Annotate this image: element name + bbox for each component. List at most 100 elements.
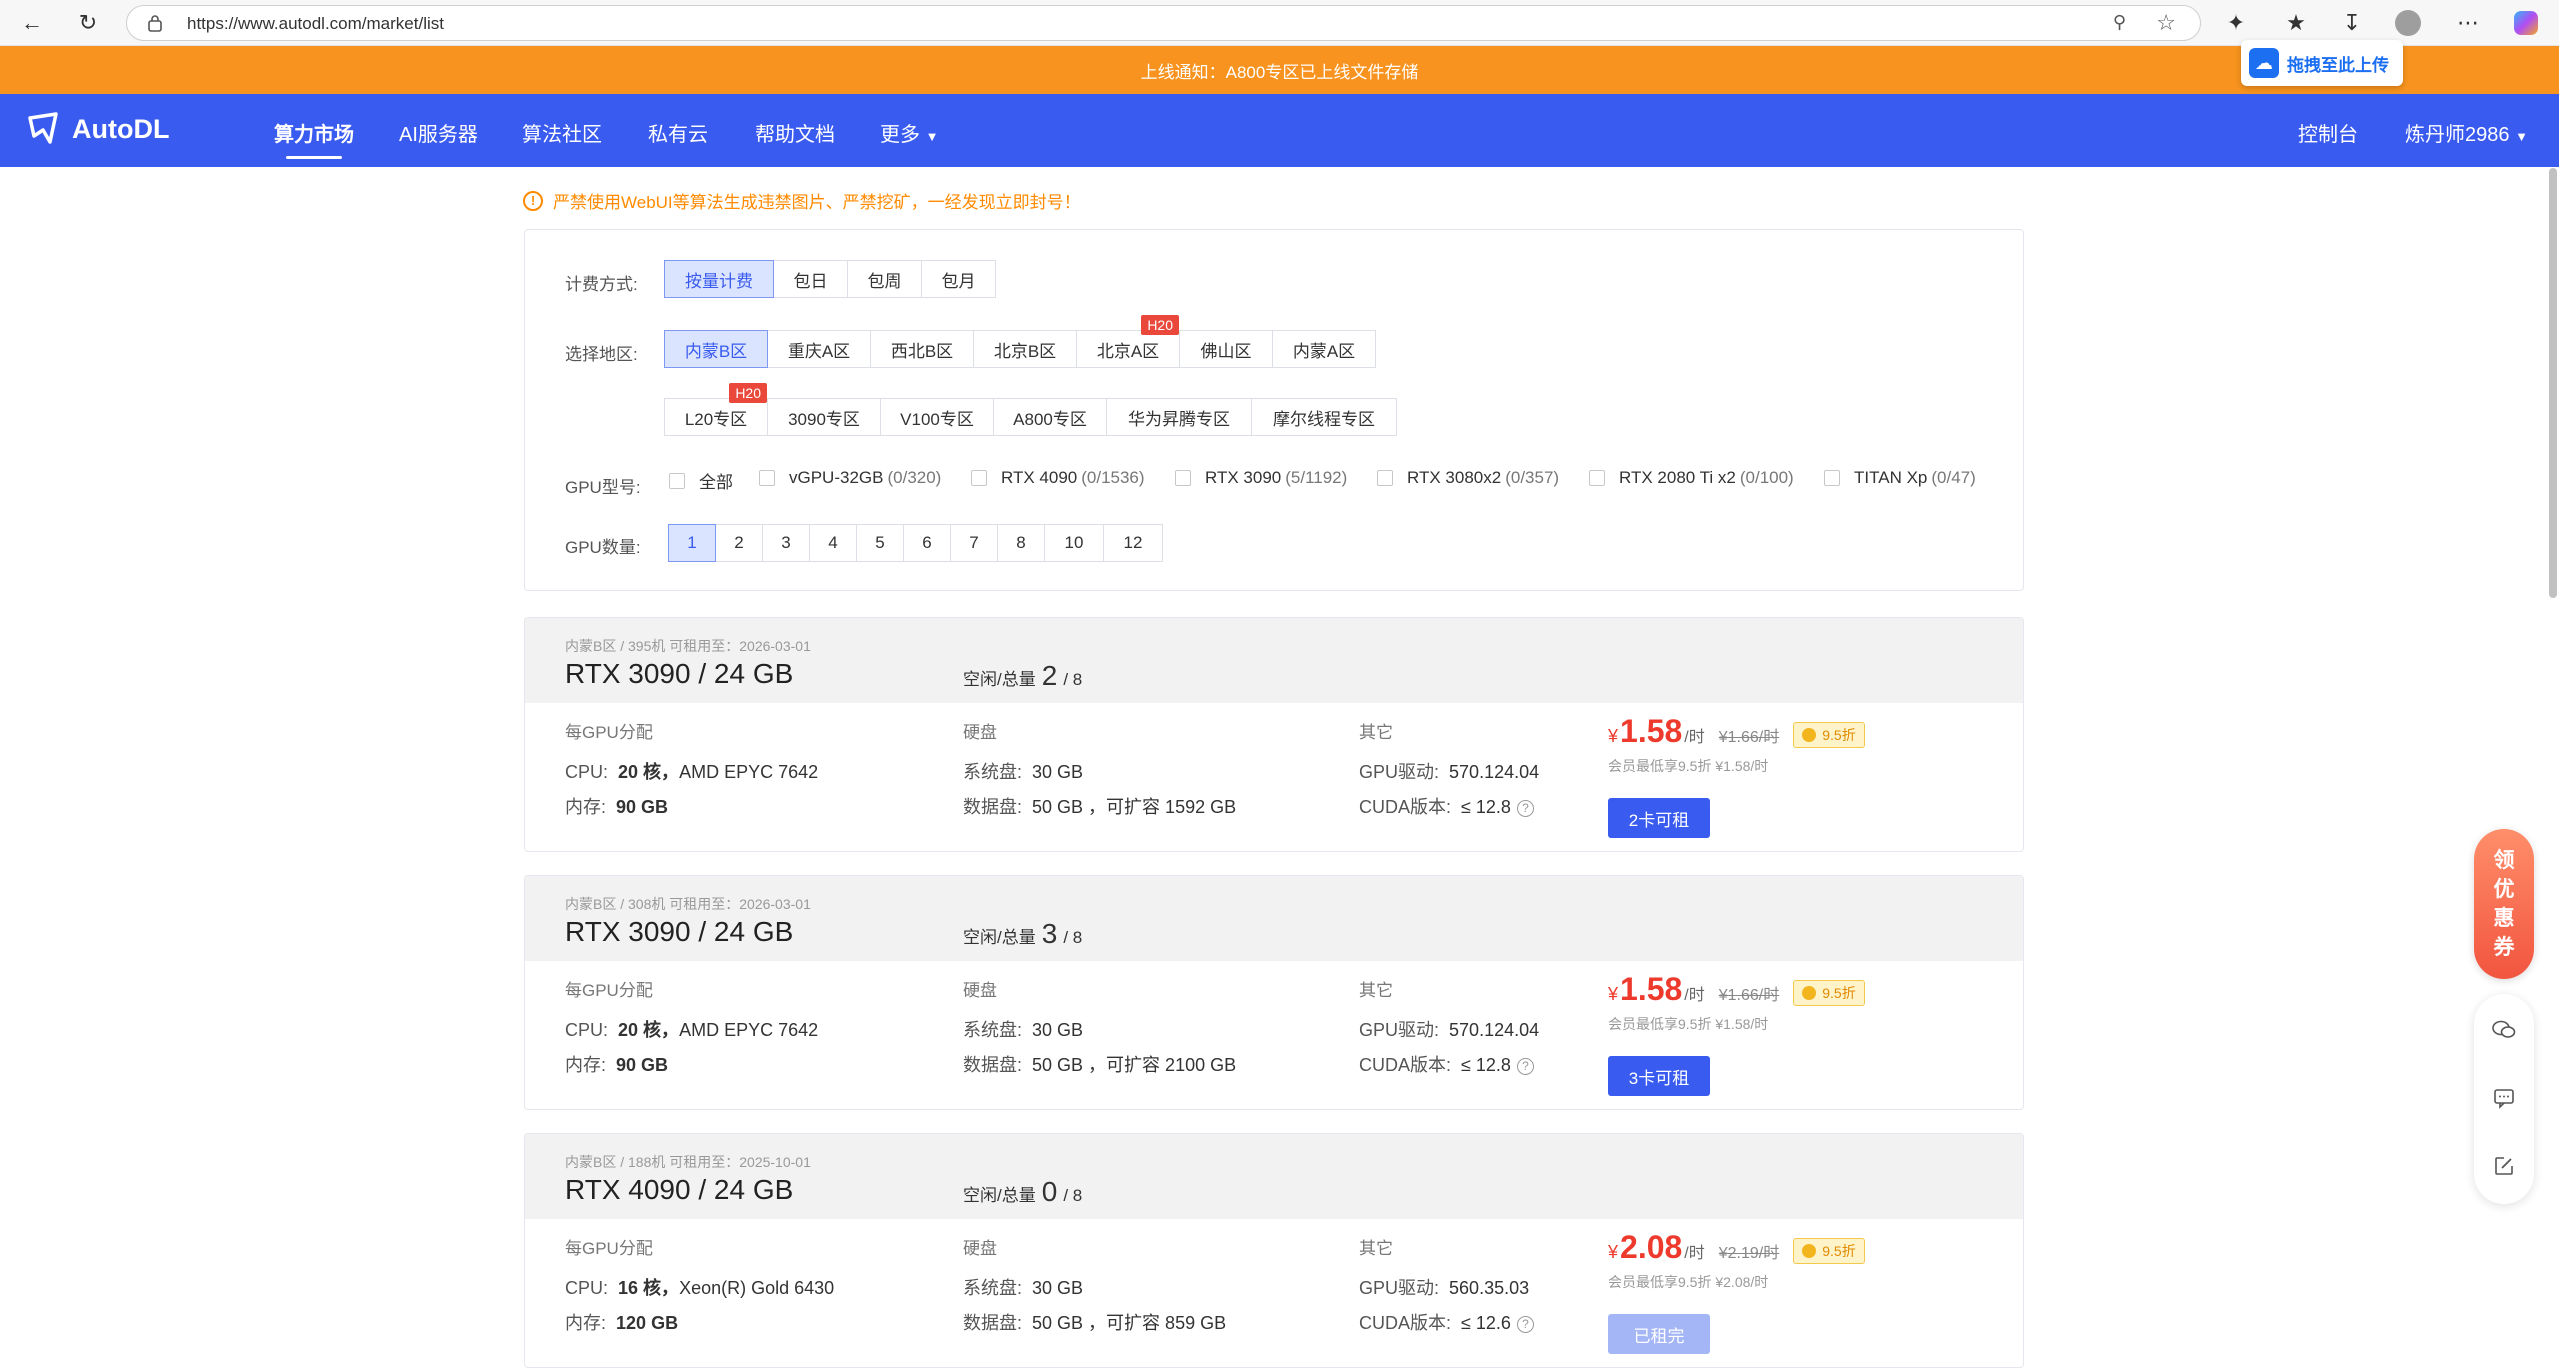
cpu-label: CPU: <box>565 1020 609 1040</box>
gpu-filter-rtx3090[interactable]: RTX 3090 (5/1192) <box>1175 468 1347 488</box>
total-count: / 8 <box>1063 928 1083 947</box>
logo[interactable]: AutoDL <box>24 110 169 148</box>
gpu-count-12[interactable]: 12 <box>1103 524 1163 562</box>
region-huawei-ascend[interactable]: 华为昇腾专区 <box>1106 398 1252 436</box>
checkbox[interactable] <box>1589 470 1605 486</box>
gpu-filter-rtx4090[interactable]: RTX 4090 (0/1536) <box>971 468 1145 488</box>
help-icon[interactable]: ? <box>1516 799 1534 817</box>
gpu-filter-all[interactable]: 全部 <box>669 468 733 493</box>
discount-badge: 9.5折 <box>1793 722 1865 748</box>
data-disk-value: 50 GB ，可扩容 1592 GB <box>1032 797 1237 817</box>
favorite-star-icon[interactable]: ☆ <box>2156 10 2176 36</box>
cpu-row: CPU: 20 核，AMD EPYC 7642 <box>565 758 818 784</box>
gpu-count-4[interactable]: 4 <box>809 524 857 562</box>
region-chongqing-a[interactable]: 重庆A区 <box>767 330 871 368</box>
help-icon[interactable]: ? <box>1516 1315 1534 1333</box>
help-icon[interactable]: ? <box>1516 1057 1534 1075</box>
total-count: / 8 <box>1063 1186 1083 1205</box>
region-a800[interactable]: A800专区 <box>993 398 1107 436</box>
checkbox[interactable] <box>669 472 685 489</box>
coupon-float-button[interactable]: 领 优 惠 券 <box>2474 829 2534 979</box>
disk-header: 硬盘 <box>963 981 997 1000</box>
cpu-row: CPU: 20 核，AMD EPYC 7642 <box>565 1016 818 1042</box>
billing-option-weekly[interactable]: 包周 <box>847 260 922 298</box>
region-neimeng-b[interactable]: 内蒙B区 <box>664 330 768 368</box>
gpu-count-10[interactable]: 10 <box>1044 524 1104 562</box>
billing-option-daily[interactable]: 包日 <box>773 260 848 298</box>
region-3090[interactable]: 3090专区 <box>767 398 881 436</box>
driver-row: GPU驱动: 570.124.04 <box>1359 1016 1539 1042</box>
driver-row: GPU驱动: 560.35.03 <box>1359 1274 1529 1300</box>
gpu-count-2[interactable]: 2 <box>715 524 763 562</box>
checkbox[interactable] <box>1175 470 1191 486</box>
key-icon[interactable]: ⚲ <box>2113 12 2126 33</box>
rent-button[interactable]: 2卡可租 <box>1608 798 1710 838</box>
gpu-count-7[interactable]: 7 <box>950 524 998 562</box>
nav-help-docs[interactable]: 帮助文档 <box>755 118 835 147</box>
caret-down-icon: ▼ <box>2515 129 2528 144</box>
more-menu-icon[interactable]: ⋯ <box>2452 7 2484 39</box>
billing-option-hourly[interactable]: 按量计费 <box>664 260 774 298</box>
machine-title: RTX 4090 / 24 GB <box>565 1174 794 1205</box>
total-count: / 8 <box>1063 670 1083 689</box>
nav-console[interactable]: 控制台 <box>2298 118 2358 147</box>
top-navigation: AutoDL 算力市场 AI服务器 算法社区 私有云 帮助文档 更多 ▼ 控制台… <box>0 94 2559 167</box>
chat-icon[interactable] <box>2474 1078 2534 1118</box>
download-icon[interactable]: ↧ <box>2336 7 2368 39</box>
checkbox[interactable] <box>1377 470 1393 486</box>
extensions-icon[interactable]: ✦ <box>2220 7 2252 39</box>
copilot-icon[interactable] <box>2510 7 2542 39</box>
discount-text: 9.5折 <box>1822 727 1856 743</box>
idle-total: 空闲/总量 2 / 8 <box>963 660 1082 692</box>
gpu-name: TITAN Xp <box>1854 468 1928 487</box>
drag-upload-label: 拖拽至此上传 <box>2287 55 2389 75</box>
gpu-count-1[interactable]: 1 <box>668 524 716 562</box>
gpu-count-3[interactable]: 3 <box>762 524 810 562</box>
back-icon[interactable]: ← <box>16 7 48 39</box>
nav-market[interactable]: 算力市场 <box>274 118 354 159</box>
region-beijing-a[interactable]: 北京A区 H20 <box>1076 315 1180 368</box>
machine-card: 内蒙B区 / 395机 可租用至：2026-03-01 RTX 3090 / 2… <box>524 617 2024 852</box>
checkbox[interactable] <box>1824 470 1840 486</box>
gpu-filter-rtx3080x2[interactable]: RTX 3080x2 (0/357) <box>1377 468 1559 488</box>
checkbox[interactable] <box>971 470 987 486</box>
nav-ai-server[interactable]: AI服务器 <box>399 118 478 147</box>
coupon-icon <box>1802 986 1817 1000</box>
nav-more[interactable]: 更多 ▼ <box>880 118 938 147</box>
gpu-count-8[interactable]: 8 <box>997 524 1045 562</box>
mem-label: 内存: <box>565 1055 607 1075</box>
billing-option-monthly[interactable]: 包月 <box>921 260 996 298</box>
region-moore-threads[interactable]: 摩尔线程专区 <box>1251 398 1397 436</box>
rent-button[interactable]: 3卡可租 <box>1608 1056 1710 1096</box>
gpu-count-5[interactable]: 5 <box>856 524 904 562</box>
nav-algorithm-community[interactable]: 算法社区 <box>522 118 602 147</box>
region-options-row1: 内蒙B区 重庆A区 西北B区 北京B区 北京A区 H20 佛山区 内蒙A区 <box>664 315 1376 368</box>
edit-feedback-icon[interactable] <box>2474 1146 2534 1186</box>
region-xibei-b[interactable]: 西北B区 <box>870 330 974 368</box>
refresh-icon[interactable]: ↻ <box>72 7 104 39</box>
gpu-filter-rtx2080ti-x2[interactable]: RTX 2080 Ti x2 (0/100) <box>1589 468 1794 488</box>
region-beijing-b[interactable]: 北京B区 <box>973 330 1077 368</box>
region-foshan[interactable]: 佛山区 <box>1179 330 1273 368</box>
region-v100[interactable]: V100专区 <box>880 398 994 436</box>
idle-count: 3 <box>1041 918 1058 949</box>
favorites-icon[interactable]: ★ <box>2280 7 2312 39</box>
member-price: 会员最低享9.5折 ¥1.58/时 <box>1608 758 1769 774</box>
drag-upload-widget[interactable]: ☁ 拖拽至此上传 <box>2241 40 2403 86</box>
nav-private-cloud[interactable]: 私有云 <box>648 118 708 147</box>
mem-value: 120 GB <box>616 1313 679 1333</box>
address-bar[interactable]: https://www.autodl.com/market/list ⚲ ☆ <box>126 5 2201 41</box>
profile-avatar-icon[interactable] <box>2392 7 2424 39</box>
gpu-count-6[interactable]: 6 <box>903 524 951 562</box>
gpu-filter-titan-xp[interactable]: TITAN Xp (0/47) <box>1824 468 1976 488</box>
scrollbar[interactable] <box>2549 168 2557 598</box>
user-menu[interactable]: 炼丹师2986 ▼ <box>2405 118 2528 147</box>
rent-button[interactable]: 已租完 <box>1608 1314 1710 1354</box>
driver-value: 570.124.04 <box>1449 762 1540 782</box>
checkbox[interactable] <box>759 470 775 486</box>
region-l20[interactable]: L20专区 H20 <box>664 383 768 436</box>
wechat-icon[interactable] <box>2474 1010 2534 1050</box>
gpu-filter-vgpu[interactable]: vGPU-32GB (0/320) <box>759 468 941 488</box>
driver-value: 560.35.03 <box>1449 1278 1530 1298</box>
region-neimeng-a[interactable]: 内蒙A区 <box>1272 330 1376 368</box>
